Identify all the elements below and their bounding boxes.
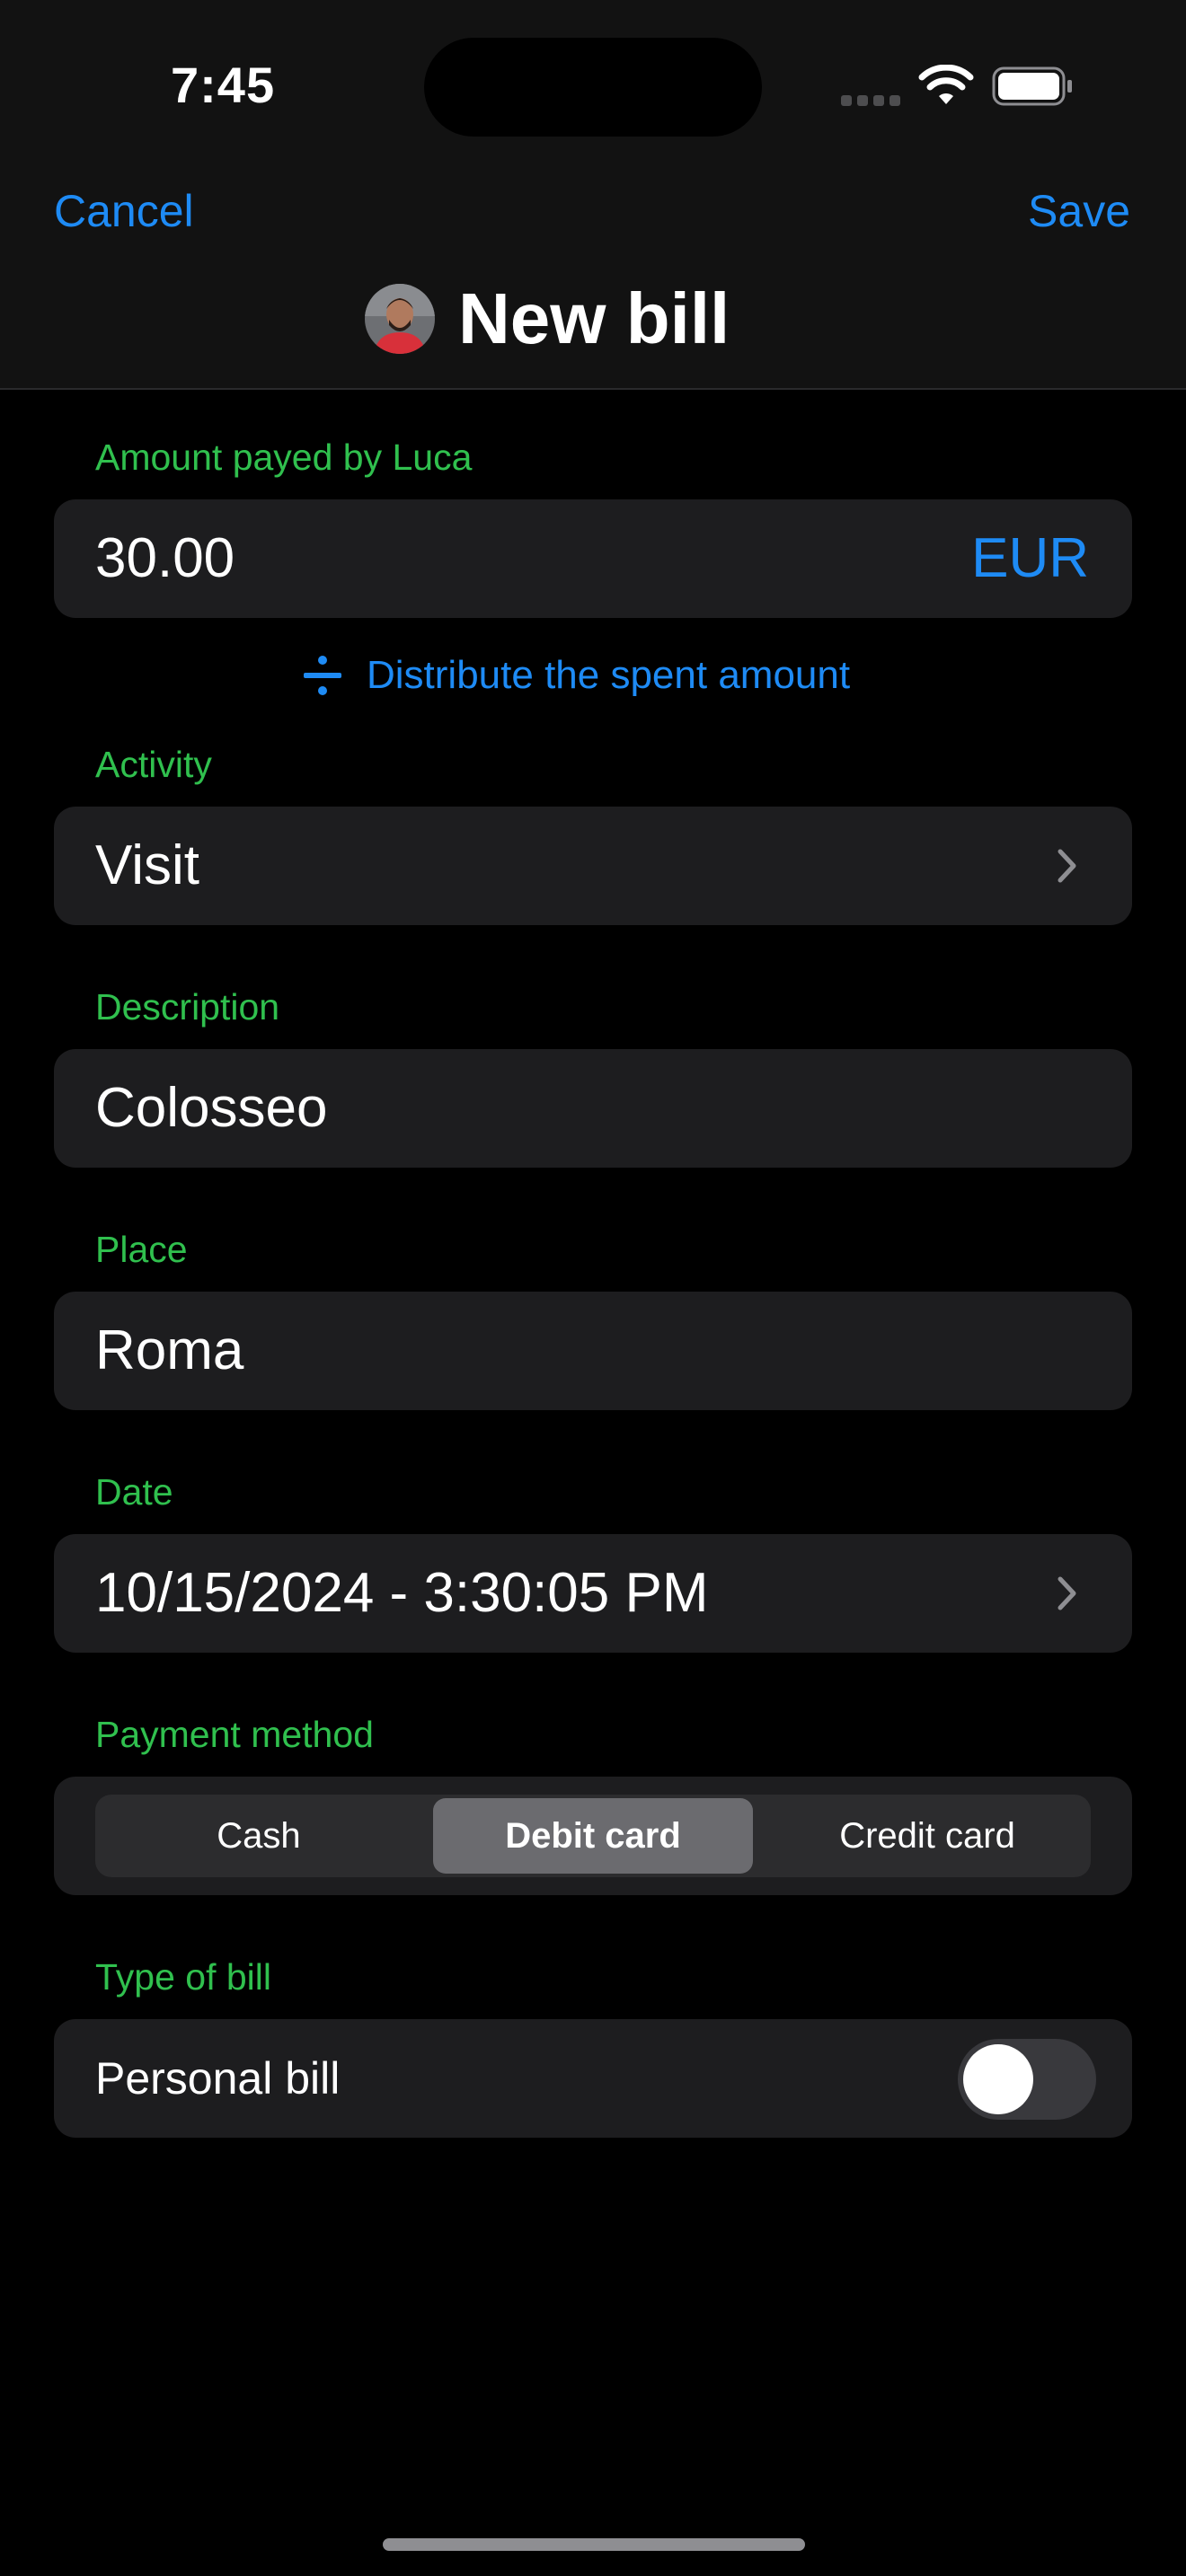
activity-field[interactable]: Visit	[54, 807, 1132, 925]
currency-selector[interactable]: EUR	[971, 499, 1089, 618]
chevron-right-icon	[1058, 1576, 1076, 1610]
avatar	[365, 284, 435, 354]
battery-icon	[992, 66, 1072, 106]
toggle-knob	[963, 2044, 1033, 2114]
amount-field[interactable]: 30.00 EUR	[54, 499, 1132, 618]
signal-icon	[841, 95, 902, 106]
page-title: New bill	[458, 278, 730, 358]
distribute-label: Distribute the spent amount	[367, 653, 851, 697]
amount-value[interactable]: 30.00	[95, 499, 235, 618]
segment-credit-card[interactable]: Credit card	[767, 1798, 1087, 1874]
personal-bill-label: Personal bill	[95, 2053, 341, 2104]
date-section-label: Date	[95, 1471, 173, 1513]
distribute-amount-button[interactable]: Distribute the spent amount	[302, 648, 850, 702]
segment-cash[interactable]: Cash	[99, 1798, 419, 1874]
activity-value: Visit	[95, 834, 200, 896]
date-field[interactable]: 10/15/2024 - 3:30:05 PM	[54, 1534, 1132, 1653]
dynamic-island	[424, 38, 762, 137]
save-button[interactable]: Save	[1028, 185, 1130, 237]
wifi-icon	[918, 65, 974, 104]
payment-method-field: Cash Debit card Credit card	[54, 1777, 1132, 1895]
type-of-bill-field: Personal bill	[54, 2019, 1132, 2138]
description-section-label: Description	[95, 986, 280, 1028]
place-field[interactable]: Roma	[54, 1292, 1132, 1410]
chevron-right-icon	[1058, 849, 1076, 883]
home-indicator[interactable]	[383, 2538, 805, 2551]
activity-section-label: Activity	[95, 744, 212, 785]
date-value: 10/15/2024 - 3:30:05 PM	[95, 1562, 709, 1624]
divide-icon	[304, 656, 341, 695]
place-section-label: Place	[95, 1229, 188, 1270]
amount-section-label: Amount payed by Luca	[95, 437, 473, 478]
description-field[interactable]: Colosseo	[54, 1049, 1132, 1168]
place-value[interactable]: Roma	[95, 1292, 243, 1410]
nav-title-group: New bill	[365, 278, 730, 359]
payment-method-segmented-control: Cash Debit card Credit card	[95, 1795, 1091, 1877]
payment-method-section-label: Payment method	[95, 1714, 374, 1755]
description-value[interactable]: Colosseo	[95, 1049, 327, 1168]
type-of-bill-section-label: Type of bill	[95, 1956, 271, 1998]
status-time: 7:45	[171, 57, 276, 113]
cancel-button[interactable]: Cancel	[54, 185, 194, 237]
personal-bill-toggle[interactable]	[958, 2039, 1096, 2120]
segment-debit-card[interactable]: Debit card	[433, 1798, 753, 1874]
